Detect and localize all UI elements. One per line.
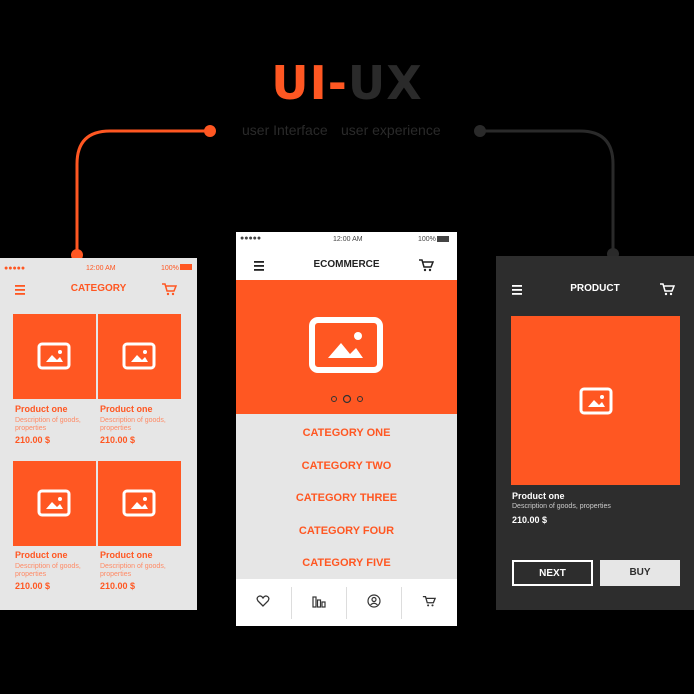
product-card-image[interactable]: [13, 461, 96, 546]
status-battery: 100%: [418, 236, 436, 243]
product-name: Product one: [100, 550, 153, 560]
product-price: 210.00 $: [100, 435, 136, 445]
image-icon: [309, 317, 383, 373]
category-screen: ●●●●● 12:00 AM 100% CATEGORY Product one…: [0, 258, 197, 610]
hero-banner[interactable]: [236, 280, 457, 414]
cart-icon: [422, 595, 436, 607]
nav-bar: PRODUCT: [496, 274, 694, 304]
product-card-image[interactable]: [98, 314, 181, 399]
product-desc: Description of goods, properties: [100, 417, 166, 432]
product-price: 210.00 $: [15, 435, 51, 445]
left-connector-dot: [204, 125, 216, 137]
category-item-four[interactable]: CATEGORY FOUR: [236, 525, 457, 537]
signal-icon: ●●●●●: [240, 235, 262, 242]
product-screen: PRODUCT Product one Description of goods…: [496, 256, 694, 610]
product-name: Product one: [15, 404, 68, 414]
cart-icon[interactable]: [161, 281, 177, 297]
tab-stats[interactable]: [292, 579, 346, 623]
product-desc: Description of goods, properties: [15, 563, 81, 578]
right-connector: [480, 129, 615, 252]
profile-icon: [367, 594, 381, 608]
image-icon: [122, 342, 156, 370]
ecommerce-screen: ●●●●● 12:00 AM 100% ECOMMERCE CATEGORY O…: [236, 232, 457, 626]
status-time: 12:00 AM: [86, 265, 116, 272]
product-price: 210.00 $: [512, 515, 548, 525]
tab-bar: [236, 579, 457, 626]
right-connector-dot: [474, 125, 486, 137]
battery-icon: [180, 264, 192, 270]
image-icon: [37, 342, 71, 370]
product-desc: Description of goods, properties: [15, 417, 81, 432]
battery-icon: [437, 236, 449, 242]
product-desc: Description of goods, properties: [100, 563, 166, 578]
cart-icon[interactable]: [418, 257, 434, 273]
product-price: 210.00 $: [100, 581, 136, 591]
cart-icon[interactable]: [659, 281, 675, 297]
carousel-dots[interactable]: [330, 394, 364, 404]
tab-favorites[interactable]: [236, 579, 290, 623]
buy-button[interactable]: BUY: [600, 560, 680, 586]
category-item-three[interactable]: CATEGORY THREE: [236, 492, 457, 504]
product-price: 210.00 $: [15, 581, 51, 591]
image-icon: [122, 489, 156, 517]
image-icon: [579, 387, 613, 415]
chart-icon: [312, 596, 326, 608]
next-button[interactable]: NEXT: [512, 560, 593, 586]
tab-profile[interactable]: [347, 579, 401, 623]
nav-bar: ECOMMERCE: [236, 250, 457, 280]
product-card-image[interactable]: [13, 314, 96, 399]
nav-bar: CATEGORY: [0, 274, 197, 304]
category-item-five[interactable]: CATEGORY FIVE: [236, 557, 457, 569]
status-time: 12:00 AM: [333, 236, 363, 243]
signal-icon: ●●●●●: [4, 265, 26, 272]
tab-cart[interactable]: [402, 579, 456, 623]
left-connector: [75, 129, 210, 254]
product-name: Product one: [15, 550, 68, 560]
image-icon: [37, 489, 71, 517]
product-card-image[interactable]: [98, 461, 181, 546]
status-battery: 100%: [161, 265, 179, 272]
product-name: Product one: [100, 404, 153, 414]
product-desc: Description of goods, properties: [512, 503, 611, 510]
product-name: Product one: [512, 491, 565, 501]
category-item-two[interactable]: CATEGORY TWO: [236, 460, 457, 472]
heart-icon: [256, 595, 270, 607]
product-image[interactable]: [511, 316, 680, 485]
category-item-one[interactable]: CATEGORY ONE: [236, 427, 457, 439]
